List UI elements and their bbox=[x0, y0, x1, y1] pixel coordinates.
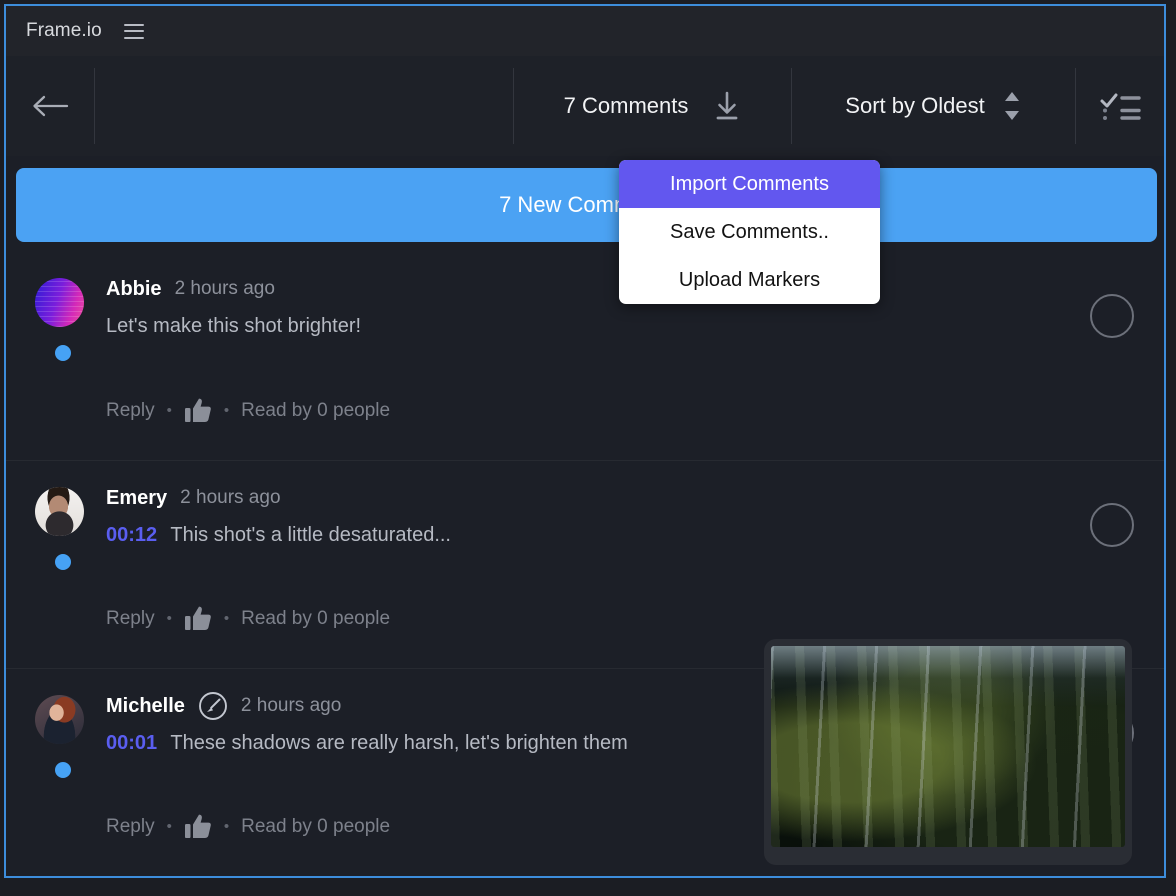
timestamp: 2 hours ago bbox=[240, 695, 342, 716]
comment-message: This shot's a little desaturated... bbox=[170, 524, 451, 546]
import-dropdown-menu: Import Comments Save Comments.. Upload M… bbox=[619, 160, 880, 304]
sort-label: Sort by Oldest bbox=[845, 93, 985, 118]
comment-actions: Reply • • Read by 0 people bbox=[106, 605, 390, 632]
thumbs-up-icon[interactable] bbox=[184, 397, 212, 424]
comment-message: These shadows are really harsh, let's br… bbox=[170, 732, 628, 754]
toolbar: 7 Comments Sort by Oldest bbox=[6, 56, 1164, 156]
video-thumbnail-image bbox=[771, 646, 1125, 847]
app-brand-label: Frame.io bbox=[26, 20, 102, 41]
author-name: Emery bbox=[106, 486, 168, 509]
comment-actions: Reply • • Read by 0 people bbox=[106, 397, 390, 424]
avatar bbox=[35, 487, 84, 536]
menu-item-save-comments[interactable]: Save Comments.. bbox=[619, 208, 880, 256]
video-thumbnail-card[interactable] bbox=[764, 639, 1132, 865]
thumbs-up-icon[interactable] bbox=[184, 605, 212, 632]
new-comments-banner[interactable]: 7 New Comments bbox=[16, 168, 1157, 242]
comment-count-label: 7 Comments bbox=[563, 93, 689, 118]
avatar bbox=[35, 695, 84, 744]
separator-dot: • bbox=[166, 402, 172, 419]
back-arrow-icon bbox=[33, 95, 69, 117]
separator-dot: • bbox=[223, 610, 230, 627]
comment-header: Emery 2 hours ago bbox=[106, 483, 1074, 513]
checklist-icon bbox=[1100, 93, 1141, 120]
stepper-updown-icon[interactable] bbox=[1003, 90, 1021, 122]
menu-item-label: Import Comments bbox=[670, 172, 829, 195]
reply-button[interactable]: Reply bbox=[106, 608, 155, 630]
checklist-button[interactable] bbox=[1075, 56, 1164, 156]
toolbar-spacer bbox=[94, 56, 513, 156]
comment-count-section: 7 Comments bbox=[513, 56, 791, 156]
comment-text: Let's make this shot brighter! bbox=[106, 315, 1074, 338]
comment-message: Let's make this shot brighter! bbox=[106, 315, 362, 337]
comment-text: 00:12 This shot's a little desaturated..… bbox=[106, 524, 1074, 547]
comment-body: Emery 2 hours ago 00:12 This shot's a li… bbox=[106, 483, 1164, 547]
separator-dot: • bbox=[223, 818, 230, 835]
read-by-label: Read by 0 people bbox=[241, 815, 391, 837]
author-name: Michelle bbox=[106, 694, 185, 717]
timestamp: 2 hours ago bbox=[180, 487, 281, 508]
thumbs-up-icon[interactable] bbox=[184, 813, 212, 840]
unread-dot bbox=[55, 762, 71, 778]
reply-button[interactable]: Reply bbox=[106, 816, 155, 838]
avatar bbox=[35, 278, 84, 327]
menu-item-label: Upload Markers bbox=[678, 268, 821, 291]
comment-timecode[interactable]: 00:01 bbox=[106, 732, 157, 754]
comment-actions: Reply • • Read by 0 people bbox=[106, 813, 390, 840]
read-by-label: Read by 0 people bbox=[241, 399, 391, 421]
read-by-label: Read by 0 people bbox=[241, 607, 391, 629]
app-window: Frame.io 7 Comments Sort by Oldest 7 New… bbox=[4, 4, 1166, 878]
hamburger-icon[interactable] bbox=[123, 23, 144, 39]
timestamp: 2 hours ago bbox=[174, 278, 275, 299]
select-circle[interactable] bbox=[1090, 294, 1134, 338]
comment-row[interactable]: Abbie 2 hours ago Let's make this shot b… bbox=[6, 252, 1164, 460]
sort-selector[interactable]: Sort by Oldest bbox=[791, 56, 1075, 156]
menu-item-upload-markers[interactable]: Upload Markers bbox=[619, 256, 880, 304]
menu-item-import-comments[interactable]: Import Comments bbox=[619, 160, 880, 208]
comment-header: Abbie 2 hours ago bbox=[106, 274, 1074, 304]
title-bar: Frame.io bbox=[6, 6, 1164, 56]
author-name: Abbie bbox=[106, 277, 162, 300]
download-icon[interactable] bbox=[714, 91, 740, 121]
separator-dot: • bbox=[223, 402, 230, 419]
select-circle[interactable] bbox=[1090, 503, 1134, 547]
unread-dot bbox=[55, 345, 71, 361]
menu-item-label: Save Comments.. bbox=[670, 220, 829, 243]
back-button[interactable] bbox=[6, 56, 94, 156]
reply-button[interactable]: Reply bbox=[106, 400, 155, 422]
annotation-brush-icon bbox=[198, 692, 227, 720]
comment-timecode[interactable]: 00:12 bbox=[106, 524, 157, 546]
separator-dot: • bbox=[166, 610, 172, 627]
separator-dot: • bbox=[166, 818, 172, 835]
comment-row[interactable]: Emery 2 hours ago 00:12 This shot's a li… bbox=[6, 460, 1164, 668]
unread-dot bbox=[55, 554, 71, 570]
